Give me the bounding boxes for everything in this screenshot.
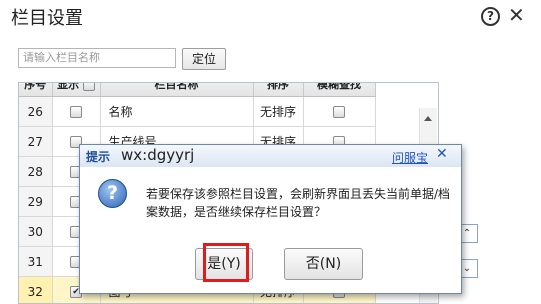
row-number: 32 [19, 277, 52, 304]
window-titlebar: 栏目设置 ? ✕ [0, 0, 541, 34]
dialog-message: 若要保存该参照栏目设置，会刷新界面且丢失当前单据/档案数据，是否继续保存栏目设置… [146, 185, 451, 221]
dialog-header: 提示 wx:dgyyrj 问服宝 ✕ [80, 145, 461, 167]
help-link[interactable]: 问服宝 [392, 149, 428, 166]
dialog-title: 提示 [86, 148, 110, 165]
yes-button-highlight [203, 243, 249, 282]
select-all-checkbox[interactable] [83, 82, 95, 91]
sort-cell[interactable]: 无排序 [253, 97, 303, 127]
row-number: 29 [19, 187, 52, 217]
dialog-close-icon[interactable]: ✕ [436, 146, 448, 162]
col-header-name: 栏目名称 [100, 82, 253, 97]
row-number: 28 [19, 157, 52, 187]
row-number: 26 [19, 97, 52, 127]
row-number: 31 [19, 247, 52, 277]
table-header-row: 序号 显示 栏目名称 排序 模糊查找 [19, 82, 375, 97]
col-header-fuzzy: 模糊查找 [303, 82, 375, 97]
locate-button[interactable]: 定位 [182, 48, 226, 70]
fuzzy-cell[interactable] [303, 97, 375, 127]
col-header-sort: 排序 [253, 82, 303, 97]
row-number: 30 [19, 217, 52, 247]
close-icon[interactable]: ✕ [508, 4, 525, 26]
window-title: 栏目设置 [11, 4, 83, 30]
no-button[interactable]: 否(N) [284, 248, 363, 280]
show-cell[interactable] [52, 97, 100, 127]
col-header-show[interactable]: 显示 [52, 82, 100, 97]
show-checkbox[interactable] [70, 106, 82, 118]
fuzzy-checkbox[interactable] [333, 106, 345, 118]
question-icon: ? [98, 179, 127, 208]
col-header-num: 序号 [19, 82, 52, 97]
search-input[interactable]: 请输入栏目名称 [18, 48, 176, 68]
table-row[interactable]: 26 名称无排序 [19, 97, 375, 127]
scroll-up-icon[interactable] [424, 116, 432, 121]
row-number: 27 [19, 127, 52, 157]
help-icon[interactable]: ? [481, 7, 500, 26]
watermark-text: wx:dgyyrj [121, 146, 194, 164]
confirm-dialog: 提示 wx:dgyyrj 问服宝 ✕ ? 若要保存该参照栏目设置，会刷新界面且丢… [79, 144, 462, 294]
column-name-cell: 名称 [100, 97, 253, 127]
